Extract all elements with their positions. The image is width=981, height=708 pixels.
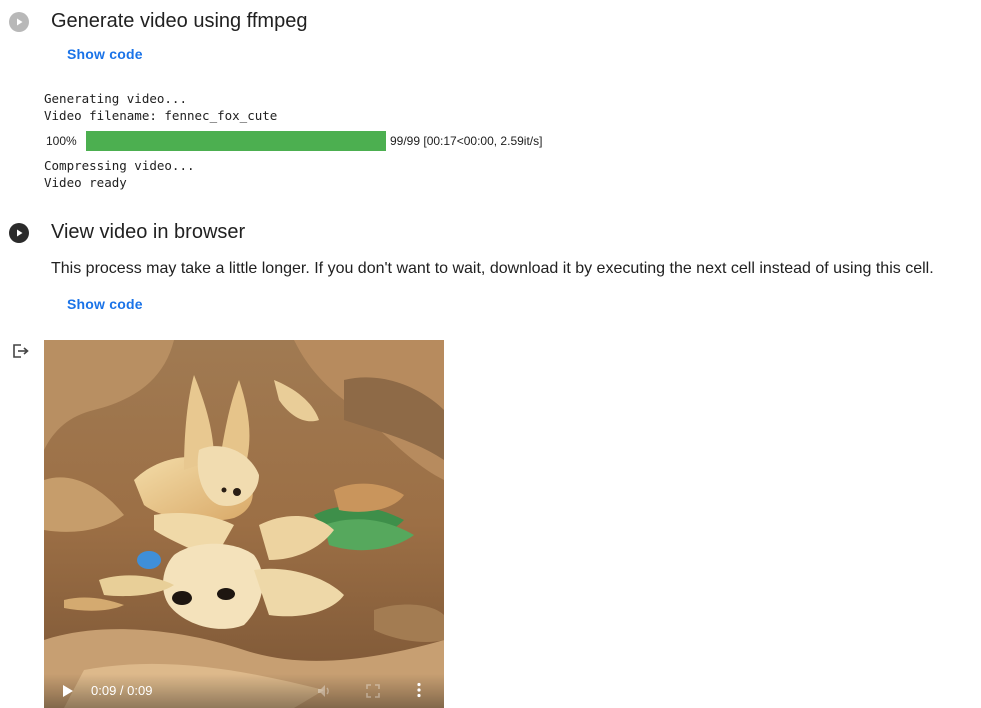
run-cell-button-1[interactable] xyxy=(9,12,29,32)
video-time: 0:09 / 0:09 xyxy=(91,683,153,698)
progress-info: 99/99 [00:17<00:00, 2.59it/s] xyxy=(390,134,543,148)
output-exit-icon xyxy=(13,344,29,358)
volume-icon[interactable] xyxy=(316,683,332,699)
colab-notebook: Generate video using ffmpeg Show code Ge… xyxy=(0,0,981,708)
show-code-link-2[interactable]: Show code xyxy=(67,296,143,312)
run-cell-button-2[interactable] xyxy=(9,223,29,243)
cell-description: This process may take a little longer. I… xyxy=(51,260,934,277)
progress-bar-row: 100% 99/99 [00:17<00:00, 2.59it/s] xyxy=(44,131,542,151)
play-icon xyxy=(17,18,23,26)
more-vert-icon[interactable] xyxy=(416,682,422,698)
fullscreen-icon[interactable] xyxy=(366,684,380,698)
video-controls: 0:09 / 0:09 xyxy=(44,674,444,708)
cell-title-generate-video: Generate video using ffmpeg xyxy=(51,10,308,32)
output-line-filename: Video filename: fennec_fox_cute xyxy=(44,108,278,123)
output-line-ready: Video ready xyxy=(44,175,127,190)
video-frame-fennec-fox xyxy=(44,340,444,708)
progress-track xyxy=(86,131,386,151)
progress-fill xyxy=(86,131,386,151)
cell-title-view-video: View video in browser xyxy=(51,221,246,243)
video-player[interactable]: 0:09 / 0:09 xyxy=(44,340,444,708)
play-icon[interactable] xyxy=(62,684,74,698)
play-icon xyxy=(17,229,23,237)
progress-percent: 100% xyxy=(46,134,77,148)
show-code-link-1[interactable]: Show code xyxy=(67,46,143,62)
output-line-compressing: Compressing video... xyxy=(44,158,195,173)
output-line-generating: Generating video... xyxy=(44,91,187,106)
